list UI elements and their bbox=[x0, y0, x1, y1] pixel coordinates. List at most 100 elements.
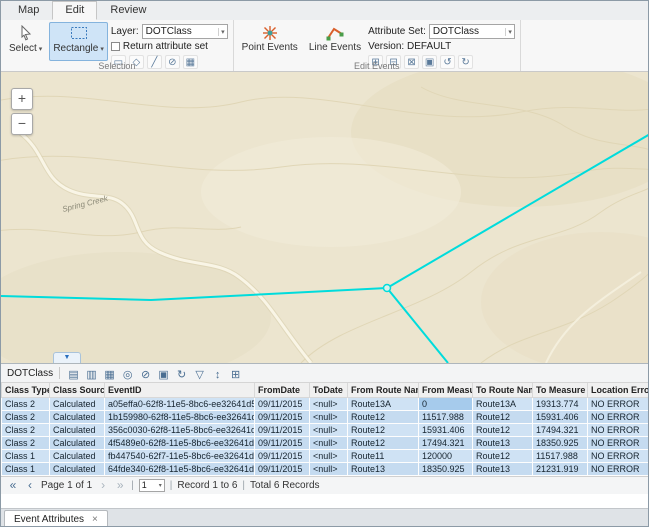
column-header[interactable]: Class Type bbox=[2, 383, 50, 397]
table-cell[interactable]: NO ERROR bbox=[588, 397, 649, 410]
table-cell[interactable]: Class 2 bbox=[2, 397, 50, 410]
return-attribute-set-checkbox[interactable] bbox=[111, 42, 120, 51]
attribute-set-icon[interactable]: ▤ bbox=[66, 367, 81, 381]
table-cell[interactable]: 11517.988 bbox=[419, 410, 473, 423]
table-cell[interactable]: Route13A bbox=[473, 397, 533, 410]
rectangle-select-button[interactable]: Rectangle▾ bbox=[49, 22, 108, 61]
table-cell[interactable]: 09/11/2015 bbox=[255, 423, 310, 436]
table-row[interactable]: Class 2Calculated4f5489e0-62f8-11e5-8bc6… bbox=[2, 436, 649, 449]
table-cell[interactable]: NO ERROR bbox=[588, 449, 649, 462]
table-cell[interactable]: 17494.321 bbox=[533, 423, 588, 436]
table-cell[interactable]: 0 bbox=[419, 397, 473, 410]
table-cell[interactable]: Calculated bbox=[50, 462, 105, 475]
table-cell[interactable]: Calculated bbox=[50, 423, 105, 436]
table-cell[interactable]: <null> bbox=[310, 449, 348, 462]
table-cell[interactable]: Calculated bbox=[50, 449, 105, 462]
column-header[interactable]: Class Source bbox=[50, 383, 105, 397]
zoom-out-button[interactable]: − bbox=[11, 113, 33, 135]
table-cell[interactable]: Route12 bbox=[473, 410, 533, 423]
table-cell[interactable]: Class 2 bbox=[2, 436, 50, 449]
zoom-to-selection-icon[interactable]: ◎ bbox=[120, 367, 135, 381]
column-header[interactable]: FromDate bbox=[255, 383, 310, 397]
table-cell[interactable]: 09/11/2015 bbox=[255, 410, 310, 423]
next-page-button[interactable]: › bbox=[97, 479, 109, 491]
table-cell[interactable]: a05effa0-62f8-11e5-8bc6-ee32641d5ec9 bbox=[105, 397, 255, 410]
table-cell[interactable]: Route13A bbox=[348, 397, 419, 410]
table-cell[interactable]: 18350.925 bbox=[533, 436, 588, 449]
table-cell[interactable]: Route13 bbox=[473, 462, 533, 475]
previous-page-button[interactable]: ‹ bbox=[24, 479, 36, 491]
table-cell[interactable]: fb447540-62f7-11e5-8bc6-ee32641d5ec9 bbox=[105, 449, 255, 462]
table-cell[interactable]: <null> bbox=[310, 436, 348, 449]
table-row[interactable]: Class 1Calculated64fde340-62f8-11e5-8bc6… bbox=[2, 462, 649, 475]
show-selected-records-icon[interactable]: ▦ bbox=[102, 367, 117, 381]
layer-dropdown[interactable]: DOTClass ▾ bbox=[142, 24, 228, 39]
table-row[interactable]: Class 2Calculateda05effa0-62f8-11e5-8bc6… bbox=[2, 397, 649, 410]
table-cell[interactable]: Calculated bbox=[50, 436, 105, 449]
table-cell[interactable]: <null> bbox=[310, 462, 348, 475]
page-select-dropdown[interactable]: 1 ▾ bbox=[139, 479, 165, 492]
table-row[interactable]: Class 1Calculatedfb447540-62f7-11e5-8bc6… bbox=[2, 449, 649, 462]
table-cell[interactable]: Class 1 bbox=[2, 449, 50, 462]
table-cell[interactable]: 18350.925 bbox=[419, 462, 473, 475]
table-cell[interactable]: Route12 bbox=[348, 410, 419, 423]
table-row[interactable]: Class 2Calculated1b159980-62f8-11e5-8bc6… bbox=[2, 410, 649, 423]
table-cell[interactable]: Class 2 bbox=[2, 410, 50, 423]
table-cell[interactable]: 09/11/2015 bbox=[255, 449, 310, 462]
table-cell[interactable]: Calculated bbox=[50, 410, 105, 423]
table-cell[interactable]: 11517.988 bbox=[533, 449, 588, 462]
point-events-button[interactable]: Point Events bbox=[238, 22, 302, 61]
table-cell[interactable]: Route12 bbox=[348, 436, 419, 449]
table-cell[interactable]: <null> bbox=[310, 423, 348, 436]
last-page-button[interactable]: » bbox=[114, 479, 126, 491]
table-cell[interactable]: Route13 bbox=[348, 462, 419, 475]
table-cell[interactable]: 15931.406 bbox=[419, 423, 473, 436]
table-cell[interactable]: 4f5489e0-62f8-11e5-8bc6-ee32641d5ec9 bbox=[105, 436, 255, 449]
tab-map[interactable]: Map bbox=[5, 1, 52, 20]
column-header[interactable]: EventID bbox=[105, 383, 255, 397]
table-cell[interactable]: Route12 bbox=[473, 449, 533, 462]
table-cell[interactable]: NO ERROR bbox=[588, 423, 649, 436]
table-cell[interactable]: Route12 bbox=[348, 423, 419, 436]
column-header[interactable]: Location Error bbox=[588, 383, 649, 397]
column-header[interactable]: To Measure bbox=[533, 383, 588, 397]
column-header[interactable]: From Route Name bbox=[348, 383, 419, 397]
table-cell[interactable]: Class 1 bbox=[2, 462, 50, 475]
table-cell[interactable]: 19313.774 bbox=[533, 397, 588, 410]
column-header[interactable]: To Route Name bbox=[473, 383, 533, 397]
clear-selection-icon[interactable]: ⊘ bbox=[138, 367, 153, 381]
refresh-icon[interactable]: ↻ bbox=[174, 367, 189, 381]
close-tab-icon[interactable]: × bbox=[92, 515, 98, 525]
table-cell[interactable]: 17494.321 bbox=[419, 436, 473, 449]
table-cell[interactable]: Route12 bbox=[473, 423, 533, 436]
table-cell[interactable]: 120000 bbox=[419, 449, 473, 462]
table-cell[interactable]: 21231.919 bbox=[533, 462, 588, 475]
table-cell[interactable]: NO ERROR bbox=[588, 410, 649, 423]
map-canvas[interactable]: Spring Creek + − ▼ bbox=[1, 72, 648, 363]
zoom-in-button[interactable]: + bbox=[11, 88, 33, 110]
table-cell[interactable]: Route13 bbox=[473, 436, 533, 449]
save-edits-icon[interactable]: ▣ bbox=[156, 367, 171, 381]
table-cell[interactable]: <null> bbox=[310, 410, 348, 423]
tab-review[interactable]: Review bbox=[97, 1, 159, 20]
first-page-button[interactable]: « bbox=[7, 479, 19, 491]
table-cell[interactable]: Calculated bbox=[50, 397, 105, 410]
table-cell[interactable]: 1b159980-62f8-11e5-8bc6-ee32641d5ec9 bbox=[105, 410, 255, 423]
tab-edit[interactable]: Edit bbox=[52, 1, 97, 20]
column-header[interactable]: From Measure bbox=[419, 383, 473, 397]
table-cell[interactable]: NO ERROR bbox=[588, 436, 649, 449]
table-cell[interactable]: 356c0030-62f8-11e5-8bc6-ee32641d5ec9 bbox=[105, 423, 255, 436]
select-button[interactable]: Select▾ bbox=[5, 22, 46, 61]
table-cell[interactable]: NO ERROR bbox=[588, 462, 649, 475]
table-row[interactable]: Class 2Calculated356c0030-62f8-11e5-8bc6… bbox=[2, 423, 649, 436]
column-settings-icon[interactable]: ⊞ bbox=[228, 367, 243, 381]
table-cell[interactable]: Class 2 bbox=[2, 423, 50, 436]
table-cell[interactable]: Route11 bbox=[348, 449, 419, 462]
filter-icon[interactable]: ▽ bbox=[192, 367, 207, 381]
tab-event-attributes[interactable]: Event Attributes × bbox=[4, 510, 108, 527]
table-cell[interactable]: 09/11/2015 bbox=[255, 436, 310, 449]
table-cell[interactable]: 09/11/2015 bbox=[255, 397, 310, 410]
table-cell[interactable]: 09/11/2015 bbox=[255, 462, 310, 475]
attribute-set-dropdown[interactable]: DOTClass ▾ bbox=[429, 24, 515, 39]
table-cell[interactable]: 64fde340-62f8-11e5-8bc6-ee32641d5ec9 bbox=[105, 462, 255, 475]
